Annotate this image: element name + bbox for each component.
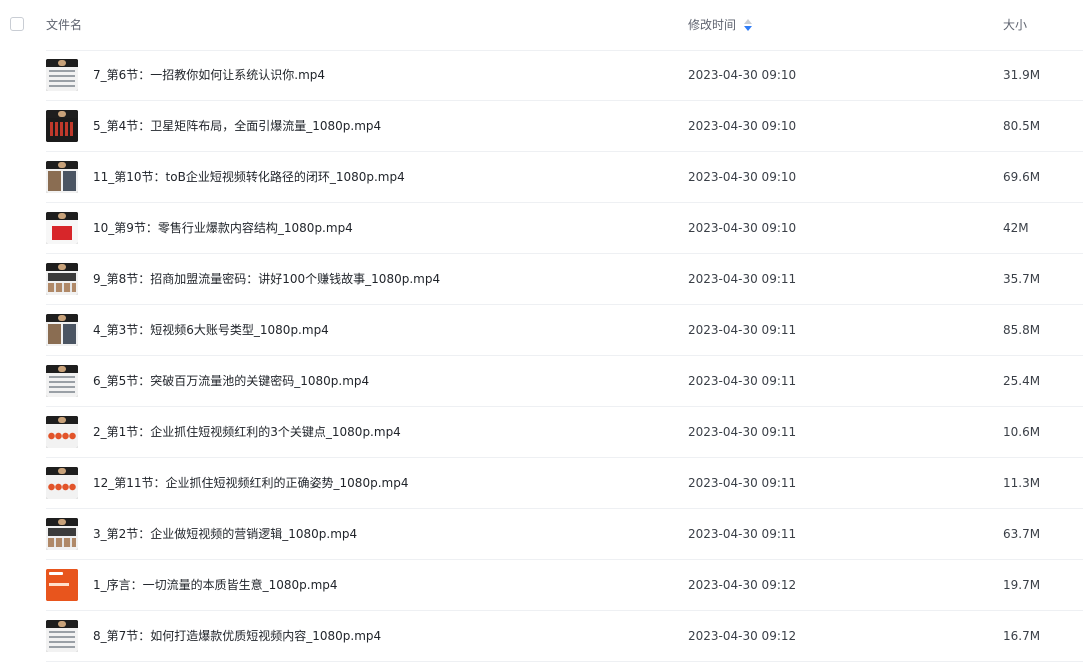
file-name[interactable]: 1_序言：一切流量的本质皆生意_1080p.mp4 xyxy=(93,577,338,593)
video-thumbnail-icon[interactable] xyxy=(46,59,78,91)
file-row[interactable]: 8_第7节：如何打造爆款优质短视频内容_1080p.mp4 2023-04-30 … xyxy=(46,611,1083,662)
video-thumbnail-icon[interactable] xyxy=(46,569,78,601)
file-modified-time: 2023-04-30 09:11 xyxy=(688,476,797,490)
file-modified-time: 2023-04-30 09:11 xyxy=(688,323,797,337)
list-header: 文件名 修改时间 大小 xyxy=(46,0,1083,51)
sort-desc-icon[interactable] xyxy=(744,19,753,31)
file-modified-time: 2023-04-30 09:11 xyxy=(688,272,797,286)
video-thumbnail-icon[interactable] xyxy=(46,620,78,652)
file-row[interactable]: 12_第11节：企业抓住短视频红利的正确姿势_1080p.mp4 2023-04-… xyxy=(46,458,1083,509)
file-row[interactable]: 10_第9节：零售行业爆款内容结构_1080p.mp4 2023-04-30 09… xyxy=(46,203,1083,254)
file-row[interactable]: 5_第4节：卫星矩阵布局，全面引爆流量_1080p.mp4 2023-04-30 … xyxy=(46,101,1083,152)
file-modified-time: 2023-04-30 09:11 xyxy=(688,425,797,439)
file-size: 69.6M xyxy=(1003,170,1041,184)
video-thumbnail-icon[interactable] xyxy=(46,314,78,346)
file-row[interactable]: 7_第6节：一招教你如何让系统认识你.mp4 2023-04-30 09:10 31… xyxy=(46,50,1083,101)
file-name[interactable]: 11_第10节：toB企业短视频转化路径的闭环_1080p.mp4 xyxy=(93,169,405,185)
video-thumbnail-icon[interactable] xyxy=(46,365,78,397)
file-modified-time: 2023-04-30 09:11 xyxy=(688,527,797,541)
file-size: 11.3M xyxy=(1003,476,1041,490)
file-rows: 7_第6节：一招教你如何让系统认识你.mp4 2023-04-30 09:10 31… xyxy=(0,50,1083,662)
select-all-checkbox[interactable] xyxy=(10,17,24,31)
file-name[interactable]: 6_第5节：突破百万流量池的关键密码_1080p.mp4 xyxy=(93,373,369,389)
column-header-modified-time-label: 修改时间 xyxy=(688,18,737,32)
file-size: 85.8M xyxy=(1003,323,1041,337)
file-row[interactable]: 3_第2节：企业做短视频的营销逻辑_1080p.mp4 2023-04-30 09… xyxy=(46,509,1083,560)
file-list: 文件名 修改时间 大小 7_第6节：一招教你如何让系统认识你.mp4 2023-0… xyxy=(0,0,1083,670)
file-name[interactable]: 4_第3节：短视频6大账号类型_1080p.mp4 xyxy=(93,322,329,338)
file-name[interactable]: 9_第8节：招商加盟流量密码：讲好100个赚钱故事_1080p.mp4 xyxy=(93,271,440,287)
column-header-modified-time[interactable]: 修改时间 xyxy=(688,17,753,33)
video-thumbnail-icon[interactable] xyxy=(46,467,78,499)
file-row[interactable]: 1_序言：一切流量的本质皆生意_1080p.mp4 2023-04-30 09:1… xyxy=(46,560,1083,611)
column-header-name[interactable]: 文件名 xyxy=(46,17,82,33)
file-size: 63.7M xyxy=(1003,527,1041,541)
file-name[interactable]: 7_第6节：一招教你如何让系统认识你.mp4 xyxy=(93,67,325,83)
file-size: 19.7M xyxy=(1003,578,1041,592)
file-name[interactable]: 3_第2节：企业做短视频的营销逻辑_1080p.mp4 xyxy=(93,526,357,542)
file-row[interactable]: 9_第8节：招商加盟流量密码：讲好100个赚钱故事_1080p.mp4 2023-… xyxy=(46,254,1083,305)
video-thumbnail-icon[interactable] xyxy=(46,518,78,550)
file-modified-time: 2023-04-30 09:10 xyxy=(688,170,797,184)
video-thumbnail-icon[interactable] xyxy=(46,161,78,193)
file-row[interactable]: 6_第5节：突破百万流量池的关键密码_1080p.mp4 2023-04-30 0… xyxy=(46,356,1083,407)
file-name[interactable]: 10_第9节：零售行业爆款内容结构_1080p.mp4 xyxy=(93,220,353,236)
file-modified-time: 2023-04-30 09:12 xyxy=(688,629,797,643)
video-thumbnail-icon[interactable] xyxy=(46,416,78,448)
file-name[interactable]: 5_第4节：卫星矩阵布局，全面引爆流量_1080p.mp4 xyxy=(93,118,381,134)
file-size: 25.4M xyxy=(1003,374,1041,388)
file-size: 10.6M xyxy=(1003,425,1041,439)
video-thumbnail-icon[interactable] xyxy=(46,110,78,142)
file-row[interactable]: 11_第10节：toB企业短视频转化路径的闭环_1080p.mp4 2023-04… xyxy=(46,152,1083,203)
file-row[interactable]: 4_第3节：短视频6大账号类型_1080p.mp4 2023-04-30 09:1… xyxy=(46,305,1083,356)
file-size: 42M xyxy=(1003,221,1029,235)
file-row[interactable]: 2_第1节：企业抓住短视频红利的3个关键点_1080p.mp4 2023-04-3… xyxy=(46,407,1083,458)
file-size: 80.5M xyxy=(1003,119,1041,133)
file-size: 31.9M xyxy=(1003,68,1041,82)
column-header-size[interactable]: 大小 xyxy=(1003,17,1027,33)
video-thumbnail-icon[interactable] xyxy=(46,212,78,244)
file-name[interactable]: 8_第7节：如何打造爆款优质短视频内容_1080p.mp4 xyxy=(93,628,381,644)
file-modified-time: 2023-04-30 09:11 xyxy=(688,374,797,388)
file-modified-time: 2023-04-30 09:10 xyxy=(688,68,797,82)
file-name[interactable]: 12_第11节：企业抓住短视频红利的正确姿势_1080p.mp4 xyxy=(93,475,408,491)
file-size: 16.7M xyxy=(1003,629,1041,643)
file-modified-time: 2023-04-30 09:10 xyxy=(688,119,797,133)
file-modified-time: 2023-04-30 09:10 xyxy=(688,221,797,235)
video-thumbnail-icon[interactable] xyxy=(46,263,78,295)
file-size: 35.7M xyxy=(1003,272,1041,286)
file-name[interactable]: 2_第1节：企业抓住短视频红利的3个关键点_1080p.mp4 xyxy=(93,424,401,440)
file-modified-time: 2023-04-30 09:12 xyxy=(688,578,797,592)
